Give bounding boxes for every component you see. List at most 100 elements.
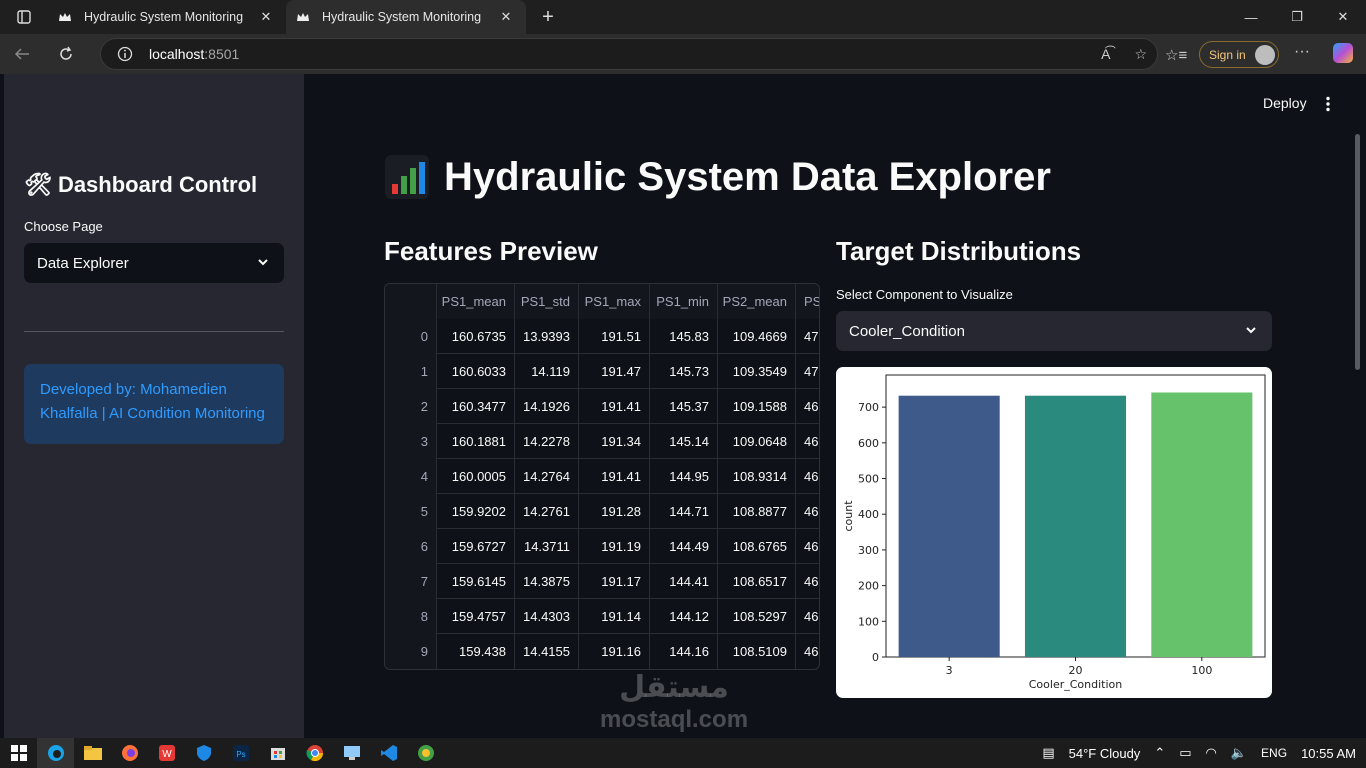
browser-tab-1[interactable]: Hydraulic System Monitoring ✕ xyxy=(48,0,286,34)
weather-text[interactable]: 54°F Cloudy xyxy=(1069,746,1141,761)
table-cell[interactable]: 144.71 xyxy=(650,494,718,529)
table-cell[interactable]: 14.3875 xyxy=(515,564,579,599)
table-cell[interactable]: 191.16 xyxy=(579,634,650,669)
table-row[interactable]: 2 160.3477 14.1926 191.41 145.37 109.1588 46 xyxy=(385,389,819,424)
remote-desktop-icon[interactable] xyxy=(333,738,370,768)
table-cell[interactable]: 14.2761 xyxy=(515,494,579,529)
table-row[interactable]: 9 159.438 14.4155 191.16 144.16 108.5109 46 xyxy=(385,634,819,669)
favorite-star-icon[interactable]: ☆ xyxy=(1134,46,1147,63)
table-cell[interactable]: 108.5297 xyxy=(718,599,796,634)
edge-icon[interactable] xyxy=(37,738,74,768)
tray-chevron-icon[interactable]: ⌃ xyxy=(1154,745,1165,761)
column-header[interactable]: PS2_mean xyxy=(718,284,796,319)
table-cell[interactable]: 191.34 xyxy=(579,424,650,459)
table-cell[interactable]: 159.4757 xyxy=(437,599,515,634)
table-cell[interactable]: 145.37 xyxy=(650,389,718,424)
new-tab-icon[interactable]: + xyxy=(526,0,570,34)
table-cell[interactable]: 46 xyxy=(796,599,819,634)
column-header[interactable]: PS1_max xyxy=(579,284,650,319)
deploy-button[interactable]: Deploy xyxy=(1263,95,1307,111)
column-header[interactable]: PS1_mean xyxy=(437,284,515,319)
chrome-icon[interactable] xyxy=(296,738,333,768)
minimize-icon[interactable]: — xyxy=(1228,0,1274,34)
table-cell[interactable]: 46 xyxy=(796,389,819,424)
table-cell[interactable]: 191.19 xyxy=(579,529,650,564)
table-cell[interactable]: 47 xyxy=(796,354,819,389)
column-header[interactable]: PS1_std xyxy=(515,284,579,319)
favorites-icon[interactable]: ☆≡ xyxy=(1165,46,1187,64)
table-cell[interactable]: 109.3549 xyxy=(718,354,796,389)
table-cell[interactable]: 46 xyxy=(796,459,819,494)
table-cell[interactable]: 108.6765 xyxy=(718,529,796,564)
table-cell[interactable]: 144.95 xyxy=(650,459,718,494)
wps-icon[interactable]: W xyxy=(148,738,185,768)
wifi-icon[interactable]: ◠ xyxy=(1206,745,1217,761)
table-cell[interactable]: 160.1881 xyxy=(437,424,515,459)
table-row[interactable]: 1 160.6033 14.119 191.47 145.73 109.3549 47 xyxy=(385,354,819,389)
table-cell[interactable]: 14.4303 xyxy=(515,599,579,634)
table-cell[interactable]: 109.0648 xyxy=(718,424,796,459)
tab-actions-icon[interactable] xyxy=(0,0,48,34)
table-cell[interactable]: 46 xyxy=(796,564,819,599)
table-cell[interactable]: 191.47 xyxy=(579,354,650,389)
table-cell[interactable]: 159.438 xyxy=(437,634,515,669)
table-cell[interactable]: 159.6145 xyxy=(437,564,515,599)
table-cell[interactable]: 144.12 xyxy=(650,599,718,634)
table-cell[interactable]: 144.41 xyxy=(650,564,718,599)
table-cell[interactable]: 46 xyxy=(796,494,819,529)
sign-in-button[interactable]: Sign in xyxy=(1199,41,1279,68)
features-table[interactable]: PS1_mean PS1_std PS1_max PS1_min PS2_mean PS 0… xyxy=(384,283,820,670)
table-cell[interactable]: 108.8877 xyxy=(718,494,796,529)
table-cell[interactable]: 160.0005 xyxy=(437,459,515,494)
close-tab-icon[interactable]: ✕ xyxy=(496,9,516,25)
table-cell[interactable]: 46 xyxy=(796,634,819,669)
scrollbar[interactable] xyxy=(1355,134,1360,370)
table-cell[interactable]: 191.51 xyxy=(579,319,650,354)
column-header[interactable]: PS1_min xyxy=(650,284,718,319)
url-bar[interactable]: localhost:8501 A͡ ☆ xyxy=(100,38,1158,70)
volume-icon[interactable]: 🔈 xyxy=(1231,745,1247,761)
read-aloud-icon[interactable]: A͡ xyxy=(1101,46,1110,63)
table-cell[interactable]: 108.5109 xyxy=(718,634,796,669)
table-cell[interactable]: 191.28 xyxy=(579,494,650,529)
table-cell[interactable]: 145.73 xyxy=(650,354,718,389)
table-cell[interactable]: 109.1588 xyxy=(718,389,796,424)
table-cell[interactable]: 14.2764 xyxy=(515,459,579,494)
store-icon[interactable] xyxy=(259,738,296,768)
main-menu-icon[interactable] xyxy=(1325,96,1331,112)
battery-icon[interactable]: ▭ xyxy=(1179,745,1191,761)
language-indicator[interactable]: ENG xyxy=(1261,746,1287,760)
table-cell[interactable]: 160.6735 xyxy=(437,319,515,354)
back-icon[interactable] xyxy=(0,34,44,74)
table-cell[interactable]: 191.41 xyxy=(579,389,650,424)
table-cell[interactable]: 160.6033 xyxy=(437,354,515,389)
table-cell[interactable]: 14.2278 xyxy=(515,424,579,459)
start-icon[interactable] xyxy=(0,738,37,768)
table-cell[interactable]: 14.119 xyxy=(515,354,579,389)
table-cell[interactable]: 14.1926 xyxy=(515,389,579,424)
table-cell[interactable]: 144.16 xyxy=(650,634,718,669)
table-row[interactable]: 6 159.6727 14.3711 191.19 144.49 108.6765 46 xyxy=(385,529,819,564)
close-tab-icon[interactable]: ✕ xyxy=(256,9,276,25)
table-cell[interactable]: 108.6517 xyxy=(718,564,796,599)
table-cell[interactable]: 46 xyxy=(796,529,819,564)
table-cell[interactable]: 13.9393 xyxy=(515,319,579,354)
table-row[interactable]: 0 160.6735 13.9393 191.51 145.83 109.4669 47 xyxy=(385,319,819,354)
table-cell[interactable]: 191.17 xyxy=(579,564,650,599)
more-options-icon[interactable]: ··· xyxy=(1294,43,1310,61)
restore-icon[interactable]: ❐ xyxy=(1274,0,1320,34)
column-header[interactable]: PS xyxy=(796,284,819,319)
table-cell[interactable]: 108.9314 xyxy=(718,459,796,494)
table-cell[interactable]: 160.3477 xyxy=(437,389,515,424)
app-icon[interactable] xyxy=(407,738,444,768)
component-select[interactable]: Cooler_Condition xyxy=(836,311,1272,351)
site-info-icon[interactable] xyxy=(101,46,149,62)
weather-icon[interactable]: ▤ xyxy=(1042,745,1054,761)
reload-icon[interactable] xyxy=(44,34,88,74)
table-cell[interactable]: 14.3711 xyxy=(515,529,579,564)
table-cell[interactable]: 47 xyxy=(796,319,819,354)
table-cell[interactable]: 159.9202 xyxy=(437,494,515,529)
table-cell[interactable]: 145.14 xyxy=(650,424,718,459)
clock[interactable]: 10:55 AM xyxy=(1301,746,1356,761)
close-window-icon[interactable]: ✕ xyxy=(1320,0,1366,34)
